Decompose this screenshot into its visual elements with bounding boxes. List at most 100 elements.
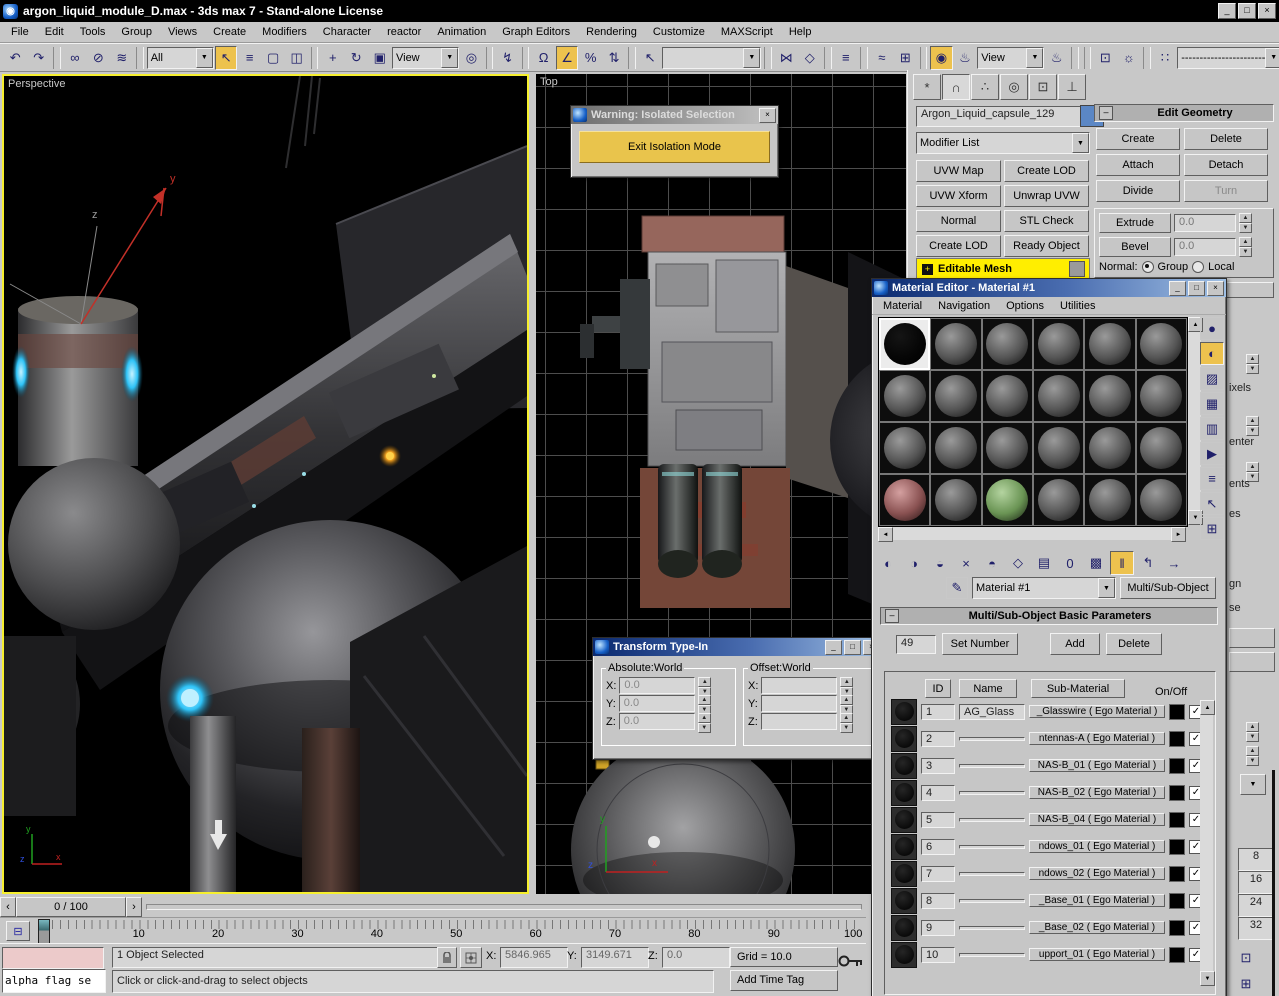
chevron-down-icon[interactable]: ▼ xyxy=(1265,48,1279,68)
angle-snap-toggle-icon[interactable]: ∠ xyxy=(556,46,579,70)
material-editor-icon[interactable]: ◉ xyxy=(930,46,953,70)
z-coordinate-field[interactable]: 0.0 xyxy=(662,947,730,968)
row-id-field[interactable]: 10 xyxy=(921,947,955,963)
snap-dots-icon[interactable]: ∷ xyxy=(1154,46,1177,70)
put-to-library-icon[interactable]: ▤ xyxy=(1032,551,1056,575)
undo-icon[interactable]: ↶ xyxy=(4,46,27,70)
row-name-field[interactable] xyxy=(959,926,1025,930)
set-number-button[interactable]: Set Number xyxy=(942,633,1018,655)
schematic-view-icon[interactable]: ⊞ xyxy=(894,46,917,70)
collapse-icon[interactable]: – xyxy=(1099,106,1113,120)
tab-motion-icon[interactable]: ◎ xyxy=(1000,74,1028,100)
panel-spinner[interactable]: ▲▼ xyxy=(1246,746,1259,766)
material-sample-slot[interactable] xyxy=(982,318,1033,370)
close-button[interactable]: × xyxy=(1258,3,1276,19)
collapse-icon[interactable]: – xyxy=(885,609,899,623)
offset-z-field[interactable] xyxy=(761,713,837,730)
select-and-manipulate-icon[interactable]: ↯ xyxy=(496,46,519,70)
window-crossing-toggle-icon[interactable]: ◫ xyxy=(285,46,308,70)
minimize-button[interactable]: _ xyxy=(1218,3,1236,19)
unlink-selection-icon[interactable]: ⊘ xyxy=(87,46,110,70)
add-button[interactable]: Add xyxy=(1050,633,1100,655)
sub-material-color-swatch[interactable] xyxy=(1169,758,1185,774)
absolute-x-spinner[interactable]: ▲▼ xyxy=(698,677,711,694)
sub-material-button[interactable]: _Glasswire ( Ego Material ) xyxy=(1029,705,1165,718)
row-name-field[interactable] xyxy=(959,953,1025,957)
row-id-field[interactable]: 8 xyxy=(921,893,955,909)
menu-file[interactable]: File xyxy=(4,24,36,40)
sub-material-button[interactable]: _Base_02 ( Ego Material ) xyxy=(1029,921,1165,934)
key-icon[interactable] xyxy=(838,952,864,973)
smoothing-group-16[interactable]: 16 xyxy=(1238,871,1274,894)
rollout-header[interactable]: – Edit Geometry xyxy=(1094,104,1274,122)
row-id-field[interactable]: 3 xyxy=(921,758,955,774)
panel-dropdown-button[interactable]: ▼ xyxy=(1240,774,1266,795)
menu-modifiers[interactable]: Modifiers xyxy=(255,24,314,40)
button-ready-object[interactable]: Ready Object xyxy=(1004,235,1089,257)
sub-material-column-header[interactable]: Sub-Material xyxy=(1031,679,1125,698)
delete-button[interactable]: Delete xyxy=(1106,633,1162,655)
tab-display-icon[interactable]: ⊡ xyxy=(1029,74,1057,100)
maximize-button[interactable]: □ xyxy=(1188,281,1205,296)
tab-hierarchy-icon[interactable]: ∴ xyxy=(971,74,999,100)
select-by-material-icon[interactable]: ↖ xyxy=(1200,492,1224,515)
sub-material-button[interactable]: upport_01 ( Ego Material ) xyxy=(1029,948,1165,961)
material-sample-slot[interactable] xyxy=(1033,474,1084,526)
menu-character[interactable]: Character xyxy=(316,24,378,40)
material-name-dropdown[interactable]: Material #1 ▼ xyxy=(972,577,1116,599)
scroll-up-icon[interactable]: ▲ xyxy=(1200,700,1215,715)
button-detach[interactable]: Detach xyxy=(1184,154,1268,176)
button-unwrap-uvw[interactable]: Unwrap UVW xyxy=(1004,185,1089,207)
material-sample-slot[interactable] xyxy=(1084,370,1135,422)
material-sample-slot[interactable] xyxy=(930,474,981,526)
material-sample-slot[interactable] xyxy=(1033,422,1084,474)
button-create-lod[interactable]: Create LOD xyxy=(916,235,1001,257)
sub-material-color-swatch[interactable] xyxy=(1169,785,1185,801)
id-column-header[interactable]: ID xyxy=(925,679,951,698)
offset-z-spinner[interactable]: ▲▼ xyxy=(840,713,853,730)
named-selection-sets-dropdown[interactable]: ▼ xyxy=(662,47,761,69)
row-name-field[interactable] xyxy=(959,791,1025,795)
modifier-list-dropdown[interactable]: Modifier List ▼ xyxy=(916,132,1090,154)
maximize-button[interactable]: □ xyxy=(844,640,861,655)
zoom-extents-icon[interactable]: ⊡ xyxy=(1234,946,1258,970)
chevron-down-icon[interactable]: ▼ xyxy=(441,48,458,68)
panel-spinner[interactable]: ▲▼ xyxy=(1246,722,1259,742)
transform-title-bar[interactable]: Transform Type-In _ □ × xyxy=(593,638,882,656)
absolute-x-field[interactable]: 0.0 xyxy=(619,677,695,694)
material-sample-slot[interactable] xyxy=(1084,422,1135,474)
tab-utilities-icon[interactable]: ⊥ xyxy=(1058,74,1086,100)
show-map-in-viewport-icon[interactable]: ▩ xyxy=(1084,551,1108,575)
menu-edit[interactable]: Edit xyxy=(38,24,71,40)
material-sample-slot[interactable] xyxy=(879,474,930,526)
time-slider-handle[interactable]: 0 / 100 xyxy=(16,897,126,917)
table-scrollbar[interactable]: ▲ ▼ xyxy=(1200,700,1213,986)
name-column-header[interactable]: Name xyxy=(959,679,1017,698)
sub-material-preview[interactable] xyxy=(891,726,917,752)
rectangular-selection-region-icon[interactable]: ▢ xyxy=(262,46,285,70)
show-end-result-toggle[interactable] xyxy=(1069,261,1085,277)
extrude-spinner[interactable]: ▲▼ xyxy=(1239,213,1252,233)
make-material-copy-icon[interactable]: ◓ xyxy=(980,551,1004,575)
tab-modify-icon[interactable]: ∩ xyxy=(942,74,970,100)
material-sample-slot[interactable] xyxy=(1136,474,1187,526)
row-id-field[interactable]: 5 xyxy=(921,812,955,828)
scroll-left-icon[interactable]: ◄ xyxy=(878,527,893,542)
sub-material-preview[interactable] xyxy=(891,834,917,860)
previous-frame-button[interactable]: ‹ xyxy=(0,897,16,917)
minimize-button[interactable]: _ xyxy=(1169,281,1186,296)
material-sample-slot[interactable] xyxy=(982,422,1033,474)
sub-material-color-swatch[interactable] xyxy=(1169,893,1185,909)
go-to-parent-icon[interactable]: ↰ xyxy=(1136,551,1160,575)
sub-material-preview[interactable] xyxy=(891,888,917,914)
spinner-snap-toggle-icon[interactable]: ⇅ xyxy=(603,46,626,70)
make-preview-icon[interactable]: ▶ xyxy=(1200,442,1224,465)
row-name-field[interactable]: AG_Glass xyxy=(959,704,1025,720)
offset-y-spinner[interactable]: ▲▼ xyxy=(840,695,853,712)
material-sample-slot[interactable] xyxy=(982,474,1033,526)
menu-tools[interactable]: Tools xyxy=(73,24,113,40)
memenu-navigation[interactable]: Navigation xyxy=(931,298,997,314)
x-coordinate-field[interactable]: 5846.965 xyxy=(500,947,568,968)
row-id-field[interactable]: 1 xyxy=(921,704,955,720)
viewport-perspective[interactable]: Perspective xyxy=(2,74,529,894)
